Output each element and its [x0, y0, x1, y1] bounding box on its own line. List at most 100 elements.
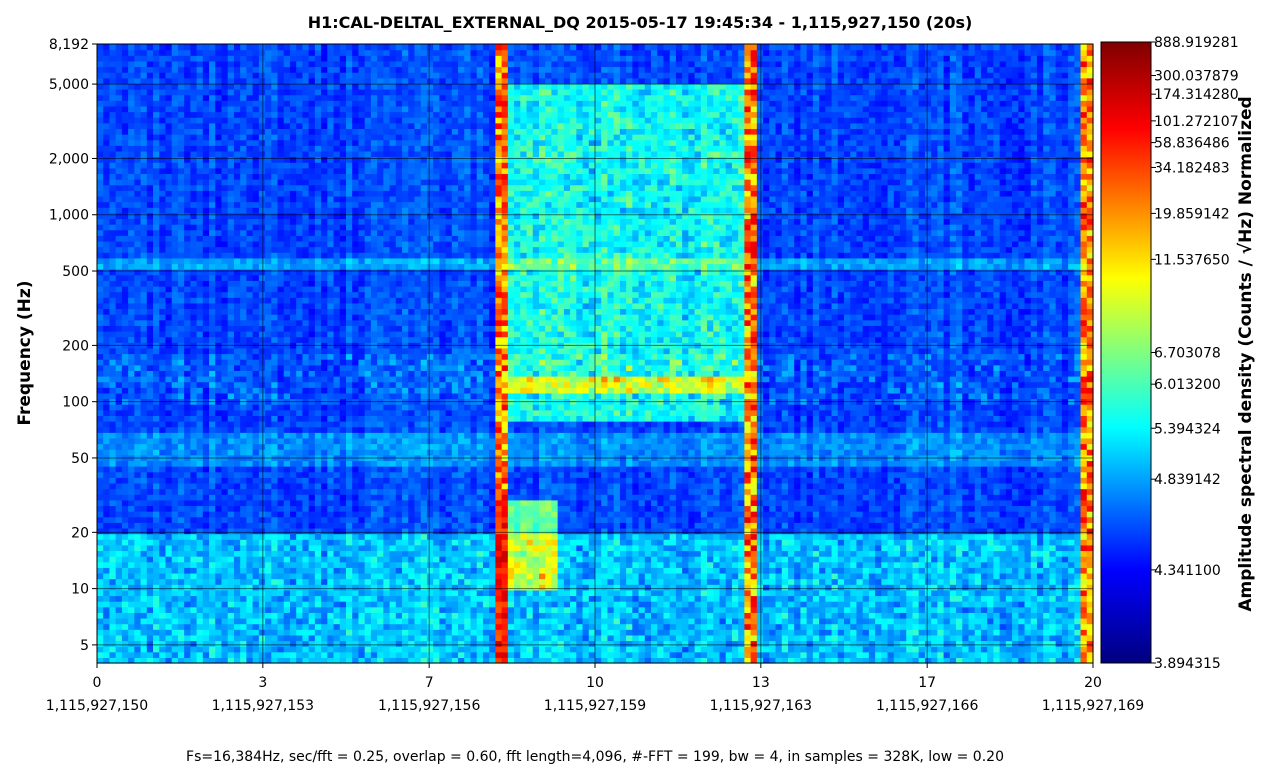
spectrogram-cell — [234, 624, 241, 630]
spectrogram-cell — [228, 635, 235, 641]
spectrogram-cell — [259, 612, 266, 618]
spectrogram-cell — [190, 438, 197, 444]
spectrogram-cell — [234, 325, 241, 331]
spectrogram-cell — [315, 449, 322, 455]
spectrogram-cell — [365, 72, 372, 78]
spectrogram-cell — [296, 67, 303, 73]
spectrogram-cell — [209, 314, 216, 320]
spectrogram-cell — [209, 280, 216, 286]
spectrogram-cell — [259, 449, 266, 455]
spectrogram-cell — [253, 404, 260, 410]
spectrogram-cell — [321, 190, 328, 196]
spectrogram-cell — [315, 444, 322, 450]
spectrogram-cell — [271, 562, 278, 568]
spectrogram-cell — [302, 354, 309, 360]
spectrogram-cell — [296, 477, 303, 483]
spectrogram-cell — [315, 567, 322, 573]
spectrogram-cell — [334, 629, 341, 635]
spectrogram-cell — [302, 528, 309, 534]
spectrogram-cell — [290, 78, 297, 84]
spectrogram-cell — [296, 235, 303, 241]
spectrogram-cell — [278, 511, 285, 517]
spectrogram-cell — [334, 128, 341, 134]
spectrogram-cell — [265, 297, 272, 303]
spectrogram-cell — [259, 629, 266, 635]
spectrogram-cell — [97, 539, 104, 545]
spectrogram-cell — [153, 550, 160, 556]
spectrogram-cell — [259, 438, 266, 444]
spectrogram-cell — [290, 151, 297, 157]
spectrogram-cell — [228, 365, 235, 371]
spectrogram-cell — [296, 314, 303, 320]
spectrogram-cell — [184, 314, 191, 320]
spectrogram-cell — [153, 635, 160, 641]
spectrogram-cell — [128, 224, 135, 230]
spectrogram-cell — [259, 444, 266, 450]
spectrogram-cell — [321, 646, 328, 652]
spectrogram-cell — [259, 477, 266, 483]
spectrogram-cell — [340, 224, 347, 230]
spectrogram-cell — [128, 44, 135, 50]
spectrogram-cell — [147, 128, 154, 134]
spectrogram-cell — [116, 78, 123, 84]
spectrogram-cell — [271, 308, 278, 314]
spectrogram-cell — [197, 550, 204, 556]
spectrogram-cell — [346, 325, 353, 331]
spectrogram-cell — [271, 376, 278, 382]
spectrogram-cell — [271, 235, 278, 241]
spectrogram-cell — [365, 601, 372, 607]
spectrogram-cell — [153, 511, 160, 517]
spectrogram-cell — [228, 584, 235, 590]
spectrogram-cell — [128, 410, 135, 416]
spectrogram-cell — [172, 472, 179, 478]
spectrogram-cell — [203, 444, 210, 450]
spectrogram-cell — [109, 190, 116, 196]
spectrogram-cell — [197, 213, 204, 219]
spectrogram-cell — [334, 337, 341, 343]
spectrogram-cell — [190, 539, 197, 545]
spectrogram-cell — [321, 252, 328, 258]
spectrogram-cell — [109, 280, 116, 286]
spectrogram-cell — [190, 550, 197, 556]
spectrogram-cell — [190, 263, 197, 269]
spectrogram-cell — [358, 652, 365, 658]
spectrogram-cell — [352, 489, 359, 495]
spectrogram-cell — [246, 55, 253, 61]
spectrogram-cell — [240, 44, 247, 50]
spectrogram-cell — [128, 95, 135, 101]
spectrogram-cell — [302, 207, 309, 213]
spectrogram-cell — [309, 370, 316, 376]
spectrogram-cell — [377, 466, 384, 472]
spectrogram-cell — [265, 359, 272, 365]
spectrogram-cell — [153, 410, 160, 416]
spectrogram-cell — [365, 252, 372, 258]
spectrogram-cell — [190, 269, 197, 275]
spectrogram-cell — [315, 629, 322, 635]
spectrogram-cell — [103, 320, 110, 326]
spectrogram-cell — [103, 438, 110, 444]
spectrogram-cell — [128, 601, 135, 607]
spectrogram-cell — [97, 100, 104, 106]
spectrogram-cell — [197, 505, 204, 511]
spectrogram-cell — [134, 190, 141, 196]
spectrogram-cell — [315, 438, 322, 444]
spectrogram-cell — [246, 168, 253, 174]
spectrogram-cell — [334, 438, 341, 444]
spectrogram-cell — [234, 128, 241, 134]
spectrogram-cell — [278, 314, 285, 320]
spectrogram-cell — [134, 646, 141, 652]
spectrogram-cell — [147, 517, 154, 523]
spectrogram-cell — [159, 477, 166, 483]
spectrogram-cell — [178, 494, 185, 500]
spectrogram-cell — [346, 44, 353, 50]
spectrogram-cell — [284, 427, 291, 433]
spectrogram-cell — [116, 629, 123, 635]
spectrogram-cell — [302, 67, 309, 73]
spectrogram-cell — [134, 601, 141, 607]
spectrogram-cell — [278, 472, 285, 478]
spectrogram-cell — [122, 640, 129, 646]
spectrogram-cell — [234, 89, 241, 95]
spectrogram-cell — [246, 489, 253, 495]
spectrogram-cell — [315, 106, 322, 112]
spectrogram-cell — [134, 494, 141, 500]
